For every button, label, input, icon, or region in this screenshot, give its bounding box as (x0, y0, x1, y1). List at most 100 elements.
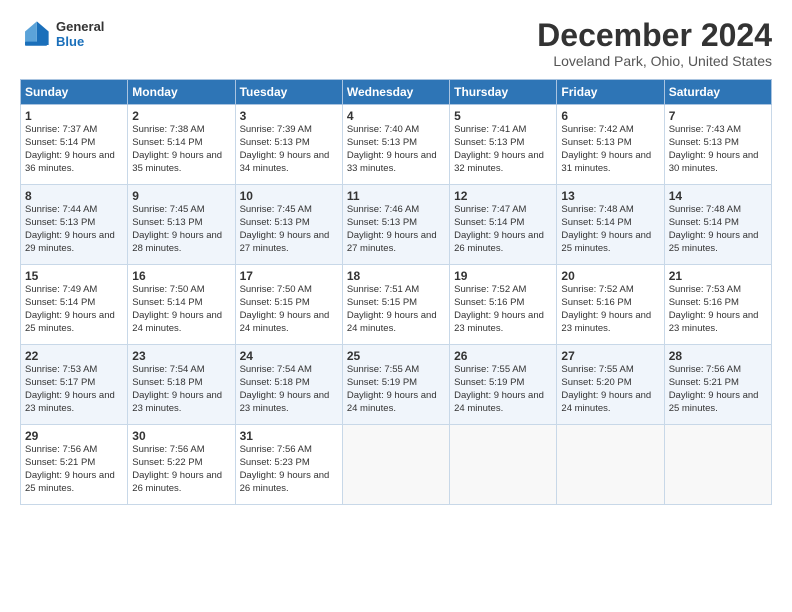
weekday-header-sunday: Sunday (21, 80, 128, 105)
calendar-cell: 30Sunrise: 7:56 AMSunset: 5:22 PMDayligh… (128, 425, 235, 505)
calendar-cell (342, 425, 449, 505)
day-number: 18 (347, 269, 445, 283)
day-info: Sunrise: 7:53 AMSunset: 5:17 PMDaylight:… (25, 364, 123, 415)
logo-icon (20, 18, 52, 50)
day-info: Sunrise: 7:48 AMSunset: 5:14 PMDaylight:… (669, 204, 767, 255)
calendar-cell: 28Sunrise: 7:56 AMSunset: 5:21 PMDayligh… (664, 345, 771, 425)
calendar-cell: 22Sunrise: 7:53 AMSunset: 5:17 PMDayligh… (21, 345, 128, 425)
calendar-cell: 26Sunrise: 7:55 AMSunset: 5:19 PMDayligh… (450, 345, 557, 425)
calendar-cell: 2Sunrise: 7:38 AMSunset: 5:14 PMDaylight… (128, 105, 235, 185)
day-number: 28 (669, 349, 767, 363)
week-row-4: 22Sunrise: 7:53 AMSunset: 5:17 PMDayligh… (21, 345, 772, 425)
day-number: 1 (25, 109, 123, 123)
calendar: SundayMondayTuesdayWednesdayThursdayFrid… (20, 79, 772, 505)
title-block: December 2024 Loveland Park, Ohio, Unite… (537, 18, 772, 69)
day-number: 8 (25, 189, 123, 203)
logo-text: General Blue (56, 19, 104, 49)
page: General Blue December 2024 Loveland Park… (0, 0, 792, 612)
day-info: Sunrise: 7:37 AMSunset: 5:14 PMDaylight:… (25, 124, 123, 175)
day-number: 31 (240, 429, 338, 443)
calendar-cell: 15Sunrise: 7:49 AMSunset: 5:14 PMDayligh… (21, 265, 128, 345)
calendar-cell (557, 425, 664, 505)
location: Loveland Park, Ohio, United States (537, 53, 772, 69)
day-number: 24 (240, 349, 338, 363)
day-info: Sunrise: 7:56 AMSunset: 5:21 PMDaylight:… (25, 444, 123, 495)
calendar-cell: 3Sunrise: 7:39 AMSunset: 5:13 PMDaylight… (235, 105, 342, 185)
day-info: Sunrise: 7:48 AMSunset: 5:14 PMDaylight:… (561, 204, 659, 255)
day-number: 30 (132, 429, 230, 443)
day-number: 27 (561, 349, 659, 363)
header: General Blue December 2024 Loveland Park… (20, 18, 772, 69)
day-info: Sunrise: 7:47 AMSunset: 5:14 PMDaylight:… (454, 204, 552, 255)
day-number: 5 (454, 109, 552, 123)
week-row-3: 15Sunrise: 7:49 AMSunset: 5:14 PMDayligh… (21, 265, 772, 345)
day-info: Sunrise: 7:40 AMSunset: 5:13 PMDaylight:… (347, 124, 445, 175)
day-number: 10 (240, 189, 338, 203)
calendar-cell: 18Sunrise: 7:51 AMSunset: 5:15 PMDayligh… (342, 265, 449, 345)
day-info: Sunrise: 7:50 AMSunset: 5:15 PMDaylight:… (240, 284, 338, 335)
calendar-cell: 9Sunrise: 7:45 AMSunset: 5:13 PMDaylight… (128, 185, 235, 265)
weekday-header-row: SundayMondayTuesdayWednesdayThursdayFrid… (21, 80, 772, 105)
day-info: Sunrise: 7:43 AMSunset: 5:13 PMDaylight:… (669, 124, 767, 175)
calendar-cell: 13Sunrise: 7:48 AMSunset: 5:14 PMDayligh… (557, 185, 664, 265)
weekday-header-saturday: Saturday (664, 80, 771, 105)
day-number: 29 (25, 429, 123, 443)
day-number: 17 (240, 269, 338, 283)
calendar-cell: 11Sunrise: 7:46 AMSunset: 5:13 PMDayligh… (342, 185, 449, 265)
calendar-cell: 4Sunrise: 7:40 AMSunset: 5:13 PMDaylight… (342, 105, 449, 185)
day-info: Sunrise: 7:54 AMSunset: 5:18 PMDaylight:… (240, 364, 338, 415)
day-info: Sunrise: 7:55 AMSunset: 5:19 PMDaylight:… (347, 364, 445, 415)
weekday-header-tuesday: Tuesday (235, 80, 342, 105)
day-info: Sunrise: 7:53 AMSunset: 5:16 PMDaylight:… (669, 284, 767, 335)
day-info: Sunrise: 7:38 AMSunset: 5:14 PMDaylight:… (132, 124, 230, 175)
calendar-cell: 16Sunrise: 7:50 AMSunset: 5:14 PMDayligh… (128, 265, 235, 345)
weekday-header-thursday: Thursday (450, 80, 557, 105)
day-number: 7 (669, 109, 767, 123)
day-info: Sunrise: 7:45 AMSunset: 5:13 PMDaylight:… (240, 204, 338, 255)
day-info: Sunrise: 7:45 AMSunset: 5:13 PMDaylight:… (132, 204, 230, 255)
calendar-cell: 29Sunrise: 7:56 AMSunset: 5:21 PMDayligh… (21, 425, 128, 505)
week-row-1: 1Sunrise: 7:37 AMSunset: 5:14 PMDaylight… (21, 105, 772, 185)
calendar-cell: 31Sunrise: 7:56 AMSunset: 5:23 PMDayligh… (235, 425, 342, 505)
day-number: 23 (132, 349, 230, 363)
day-number: 6 (561, 109, 659, 123)
day-number: 19 (454, 269, 552, 283)
week-row-2: 8Sunrise: 7:44 AMSunset: 5:13 PMDaylight… (21, 185, 772, 265)
day-info: Sunrise: 7:44 AMSunset: 5:13 PMDaylight:… (25, 204, 123, 255)
day-info: Sunrise: 7:51 AMSunset: 5:15 PMDaylight:… (347, 284, 445, 335)
calendar-cell: 23Sunrise: 7:54 AMSunset: 5:18 PMDayligh… (128, 345, 235, 425)
day-info: Sunrise: 7:52 AMSunset: 5:16 PMDaylight:… (561, 284, 659, 335)
day-number: 25 (347, 349, 445, 363)
day-info: Sunrise: 7:56 AMSunset: 5:23 PMDaylight:… (240, 444, 338, 495)
day-number: 13 (561, 189, 659, 203)
day-number: 11 (347, 189, 445, 203)
calendar-cell: 10Sunrise: 7:45 AMSunset: 5:13 PMDayligh… (235, 185, 342, 265)
calendar-cell: 24Sunrise: 7:54 AMSunset: 5:18 PMDayligh… (235, 345, 342, 425)
calendar-cell: 6Sunrise: 7:42 AMSunset: 5:13 PMDaylight… (557, 105, 664, 185)
day-info: Sunrise: 7:46 AMSunset: 5:13 PMDaylight:… (347, 204, 445, 255)
calendar-cell: 21Sunrise: 7:53 AMSunset: 5:16 PMDayligh… (664, 265, 771, 345)
day-info: Sunrise: 7:41 AMSunset: 5:13 PMDaylight:… (454, 124, 552, 175)
calendar-cell: 27Sunrise: 7:55 AMSunset: 5:20 PMDayligh… (557, 345, 664, 425)
calendar-cell: 17Sunrise: 7:50 AMSunset: 5:15 PMDayligh… (235, 265, 342, 345)
calendar-cell: 12Sunrise: 7:47 AMSunset: 5:14 PMDayligh… (450, 185, 557, 265)
day-number: 12 (454, 189, 552, 203)
day-number: 4 (347, 109, 445, 123)
calendar-cell (450, 425, 557, 505)
day-info: Sunrise: 7:42 AMSunset: 5:13 PMDaylight:… (561, 124, 659, 175)
day-number: 9 (132, 189, 230, 203)
calendar-cell: 7Sunrise: 7:43 AMSunset: 5:13 PMDaylight… (664, 105, 771, 185)
day-info: Sunrise: 7:55 AMSunset: 5:19 PMDaylight:… (454, 364, 552, 415)
day-number: 21 (669, 269, 767, 283)
day-number: 2 (132, 109, 230, 123)
day-info: Sunrise: 7:50 AMSunset: 5:14 PMDaylight:… (132, 284, 230, 335)
day-number: 14 (669, 189, 767, 203)
month-title: December 2024 (537, 18, 772, 53)
weekday-header-friday: Friday (557, 80, 664, 105)
day-info: Sunrise: 7:49 AMSunset: 5:14 PMDaylight:… (25, 284, 123, 335)
calendar-cell: 14Sunrise: 7:48 AMSunset: 5:14 PMDayligh… (664, 185, 771, 265)
day-info: Sunrise: 7:55 AMSunset: 5:20 PMDaylight:… (561, 364, 659, 415)
calendar-cell: 5Sunrise: 7:41 AMSunset: 5:13 PMDaylight… (450, 105, 557, 185)
day-number: 22 (25, 349, 123, 363)
calendar-cell (664, 425, 771, 505)
